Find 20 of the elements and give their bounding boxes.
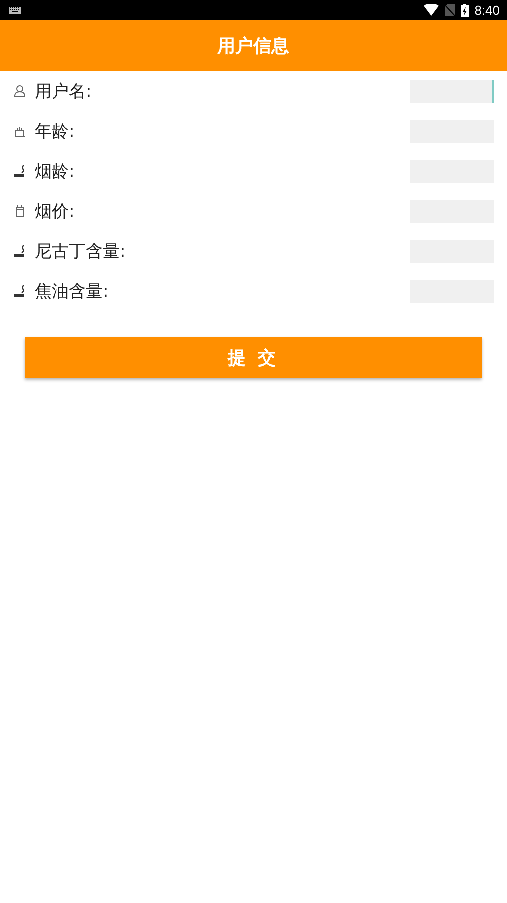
no-sim-icon — [444, 4, 455, 16]
field-label: 尼古丁含量: — [35, 240, 127, 262]
field-label: 用户名: — [35, 80, 93, 102]
cigarette-icon — [14, 285, 26, 297]
status-time: 8:40 — [474, 2, 500, 18]
field-label: 年龄: — [35, 120, 76, 142]
field-label: 焦油含量: — [35, 280, 110, 302]
page-title: 用户信息 — [218, 34, 290, 58]
cake-icon — [14, 125, 26, 137]
cigarette-pack-icon — [14, 205, 26, 217]
submit-button[interactable]: 提 交 — [25, 337, 482, 378]
cigarette-icon — [14, 165, 26, 177]
cigarette-icon — [14, 245, 26, 257]
keyboard-icon — [9, 6, 21, 14]
input-field[interactable] — [410, 80, 494, 102]
field-label: 烟龄: — [35, 160, 76, 182]
person-icon — [14, 85, 26, 97]
wifi-icon — [424, 4, 439, 16]
field-label: 烟价: — [35, 200, 76, 222]
battery-charging-icon — [460, 4, 469, 16]
